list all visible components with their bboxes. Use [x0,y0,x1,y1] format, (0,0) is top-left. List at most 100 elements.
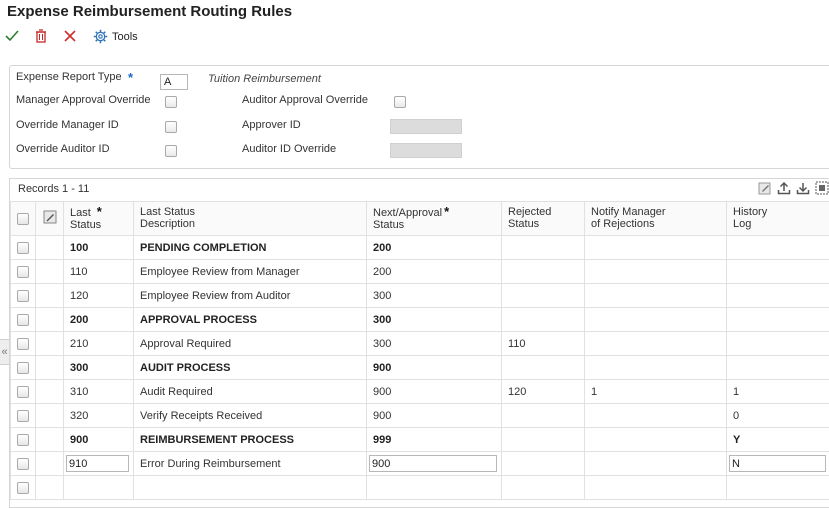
col-notify-manager[interactable]: Notify Managerof Rejections [585,202,727,236]
upload-icon [777,181,791,195]
pencil-icon [758,181,772,195]
history-log-input[interactable] [729,455,826,472]
cancel-button[interactable] [63,29,77,43]
notify-manager-cell [585,332,727,356]
expense-report-type-input[interactable] [160,74,188,90]
col-last-status[interactable]: Last*Status [64,202,134,236]
next-status-cell: 999 [367,428,502,452]
history-log-cell: Y [727,428,829,452]
approver-id-label: Approver ID [242,119,301,131]
row-select-checkbox[interactable] [17,362,29,374]
col-history-log[interactable]: HistoryLog [727,202,829,236]
row-select-checkbox[interactable] [17,242,29,254]
auditor-approval-override-label: Auditor Approval Override [242,94,368,106]
table-row[interactable]: 310 Audit Required 900 120 1 1 [11,380,829,404]
rejected-status-cell [502,356,585,380]
table-row[interactable]: 200 APPROVAL PROCESS 300 [11,308,829,332]
row-select-checkbox[interactable] [17,386,29,398]
description-cell: Employee Review from Manager [134,260,367,284]
next-status-cell: 300 [367,308,502,332]
override-auditor-id-label: Override Auditor ID [16,143,110,155]
expand-icon [815,181,829,195]
row-select-checkbox[interactable] [17,314,29,326]
row-select-checkbox[interactable] [17,434,29,446]
select-all-header[interactable] [11,202,36,236]
grid-toolbar [758,181,829,198]
auditor-id-override-field [390,143,462,158]
description-cell: Audit Required [134,380,367,404]
history-log-cell [727,284,829,308]
table-row[interactable]: 110 Employee Review from Manager 200 [11,260,829,284]
description-cell: AUDIT PROCESS [134,356,367,380]
row-select-checkbox[interactable] [17,266,29,278]
close-icon [63,29,77,43]
last-status-cell: 120 [64,284,134,308]
last-status-cell: 300 [64,356,134,380]
row-select-checkbox[interactable] [17,458,29,470]
next-status-cell: 300 [367,284,502,308]
last-status-cell: 310 [64,380,134,404]
notify-manager-cell [585,428,727,452]
toolbar: Tools [0,27,829,47]
auditor-id-override-label: Auditor ID Override [242,143,336,155]
last-status-input[interactable] [66,455,129,472]
notify-manager-cell [585,452,727,476]
col-next-approval-status[interactable]: Next/Approval*Status [367,202,502,236]
table-row[interactable]: 120 Employee Review from Auditor 300 [11,284,829,308]
table-row[interactable]: 210 Approval Required 300 110 [11,332,829,356]
description-cell: Error During Reimbursement [134,452,367,476]
records-grid: Records 1 - 11 [9,178,829,508]
required-indicator: * [97,204,102,219]
row-select-checkbox[interactable] [17,290,29,302]
import-button[interactable] [796,181,810,198]
manager-approval-override-checkbox[interactable] [165,96,177,108]
notify-manager-cell [585,308,727,332]
history-log-cell [727,236,829,260]
table-row[interactable]: 320 Verify Receipts Received 900 0 [11,404,829,428]
row-select-checkbox[interactable] [17,482,29,494]
override-auditor-id-checkbox[interactable] [165,145,177,157]
rejected-status-cell: 120 [502,380,585,404]
rejected-status-cell [502,236,585,260]
select-all-checkbox[interactable] [17,213,29,225]
row-select-checkbox[interactable] [17,338,29,350]
next-status-cell: 200 [367,260,502,284]
notify-manager-cell [585,404,727,428]
table-row[interactable]: 900 REIMBURSEMENT PROCESS 999 Y [11,428,829,452]
required-indicator: * [128,70,133,85]
row-select-checkbox[interactable] [17,410,29,422]
page-title: Expense Reimbursement Routing Rules [7,3,292,20]
rejected-status-cell [502,260,585,284]
download-icon [796,181,810,195]
tools-menu[interactable]: Tools [93,29,138,44]
description-cell: APPROVAL PROCESS [134,308,367,332]
pencil-icon [43,210,57,224]
notify-manager-cell [585,260,727,284]
export-button[interactable] [777,181,791,198]
col-rejected-status[interactable]: RejectedStatus [502,202,585,236]
last-status-cell: 200 [64,308,134,332]
checkmark-icon [5,29,19,43]
delete-button[interactable] [34,29,48,43]
tools-label: Tools [112,31,138,43]
override-manager-id-checkbox[interactable] [165,121,177,133]
table-row[interactable]: 100 PENDING COMPLETION 200 [11,236,829,260]
ok-button[interactable] [5,29,19,43]
table-row-editing[interactable]: Error During Reimbursement [11,452,829,476]
maximize-grid-button[interactable] [815,181,829,198]
description-cell: Employee Review from Auditor [134,284,367,308]
history-log-cell [727,260,829,284]
next-status-input[interactable] [369,455,497,472]
rejected-status-cell [502,452,585,476]
table-header-row: Last*Status Last StatusDescription Next/… [11,202,829,236]
last-status-cell: 210 [64,332,134,356]
auditor-approval-override-checkbox[interactable] [394,96,406,108]
history-log-cell [727,356,829,380]
override-manager-id-label: Override Manager ID [16,119,119,131]
records-count: Records 1 - 11 [18,183,89,195]
next-status-cell: 900 [367,380,502,404]
edit-grid-button[interactable] [758,181,772,198]
trash-icon [34,29,48,43]
col-last-status-description[interactable]: Last StatusDescription [134,202,367,236]
table-row[interactable]: 300 AUDIT PROCESS 900 [11,356,829,380]
